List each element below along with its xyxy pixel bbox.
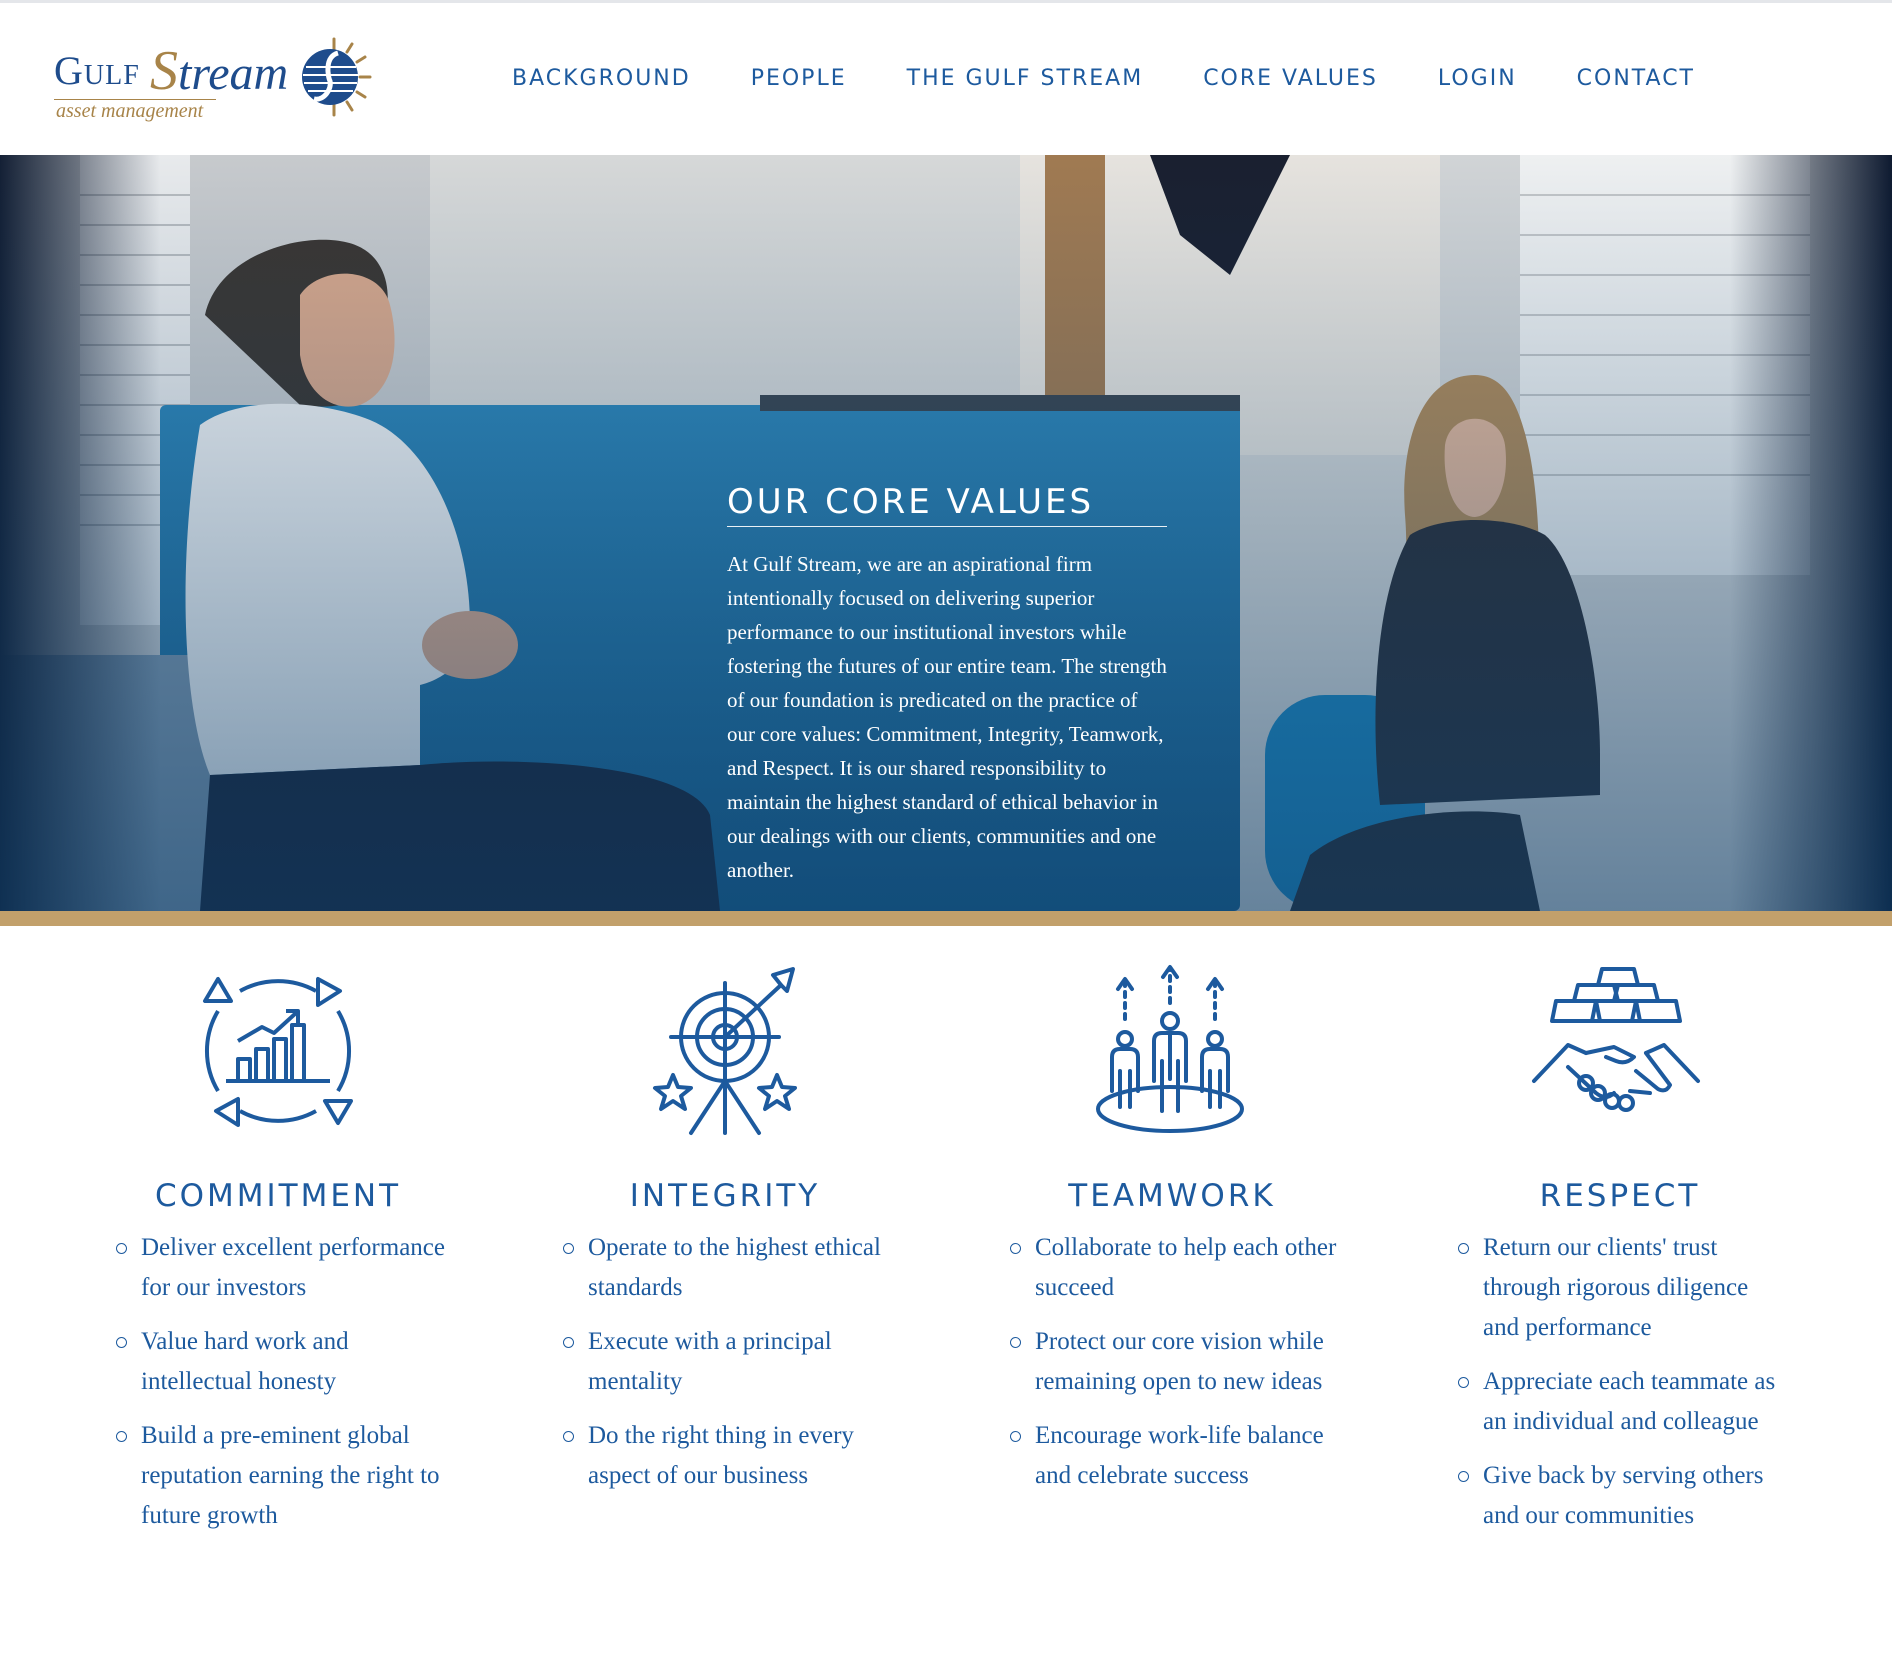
value-list: Deliver excellent performance for our in… bbox=[116, 1228, 446, 1550]
growth-chart-cycle-icon bbox=[203, 977, 353, 1127]
hero-banner: OUR CORE VALUES At Gulf Stream, we are a… bbox=[0, 155, 1892, 911]
value-list: Return our clients' trust through rigoro… bbox=[1458, 1228, 1788, 1550]
hero-copy: OUR CORE VALUES At Gulf Stream, we are a… bbox=[727, 482, 1167, 887]
handshake-gold-bars-icon bbox=[1532, 967, 1700, 1112]
logo-wordmark-gulf: Gulf bbox=[54, 48, 140, 93]
list-item: Build a pre-eminent global reputation ea… bbox=[116, 1416, 446, 1536]
value-list: Collaborate to help each other succeed P… bbox=[1010, 1228, 1340, 1510]
logo-stream-rest: tream bbox=[178, 47, 289, 100]
value-title: COMMITMENT bbox=[154, 1178, 402, 1214]
list-item: Operate to the highest ethical standards bbox=[563, 1228, 893, 1308]
site-header: Gulf Stream asset management BACKGROUND … bbox=[0, 3, 1892, 155]
gold-divider bbox=[0, 911, 1892, 926]
list-item: Give back by serving others and our comm… bbox=[1458, 1456, 1788, 1536]
value-title: RESPECT bbox=[1539, 1178, 1701, 1214]
main-nav: BACKGROUND PEOPLE THE GULF STREAM CORE V… bbox=[512, 66, 1755, 91]
nav-contact[interactable]: CONTACT bbox=[1577, 66, 1695, 91]
list-item: Do the right thing in every aspect of ou… bbox=[563, 1416, 893, 1496]
nav-background[interactable]: BACKGROUND bbox=[512, 66, 691, 91]
logo-tagline: asset management bbox=[56, 100, 204, 122]
target-arrow-stars-icon bbox=[653, 967, 797, 1135]
value-list: Operate to the highest ethical standards… bbox=[563, 1228, 893, 1510]
list-item: Appreciate each teammate as an individua… bbox=[1458, 1362, 1788, 1442]
logo-initial-s: S bbox=[150, 40, 178, 102]
sun-globe-logo-icon bbox=[302, 37, 372, 117]
list-item: Protect our core vision while remaining … bbox=[1010, 1322, 1340, 1402]
core-values-section: COMMITMENT Deliver excellent performance… bbox=[0, 926, 1892, 1668]
list-item: Collaborate to help each other succeed bbox=[1010, 1228, 1340, 1308]
list-item: Value hard work and intellectual honesty bbox=[116, 1322, 446, 1402]
nav-the-gulf-stream[interactable]: THE GULF STREAM bbox=[907, 66, 1144, 91]
nav-login[interactable]: LOGIN bbox=[1438, 66, 1517, 91]
hero-title: OUR CORE VALUES bbox=[727, 482, 1167, 527]
list-item: Execute with a principal mentality bbox=[563, 1322, 893, 1402]
team-rising-icon bbox=[1096, 965, 1244, 1133]
value-title: INTEGRITY bbox=[629, 1178, 821, 1214]
site-logo[interactable]: Gulf Stream asset management bbox=[54, 37, 384, 127]
list-item: Return our clients' trust through rigoro… bbox=[1458, 1228, 1788, 1348]
value-title: TEAMWORK bbox=[1068, 1178, 1276, 1214]
nav-core-values[interactable]: CORE VALUES bbox=[1203, 66, 1378, 91]
logo-wordmark-stream: Stream bbox=[150, 39, 288, 103]
nav-people[interactable]: PEOPLE bbox=[751, 66, 847, 91]
list-item: Encourage work-life balance and celebrat… bbox=[1010, 1416, 1340, 1496]
list-item: Deliver excellent performance for our in… bbox=[116, 1228, 446, 1308]
hero-description: At Gulf Stream, we are an aspirational f… bbox=[727, 552, 1167, 882]
